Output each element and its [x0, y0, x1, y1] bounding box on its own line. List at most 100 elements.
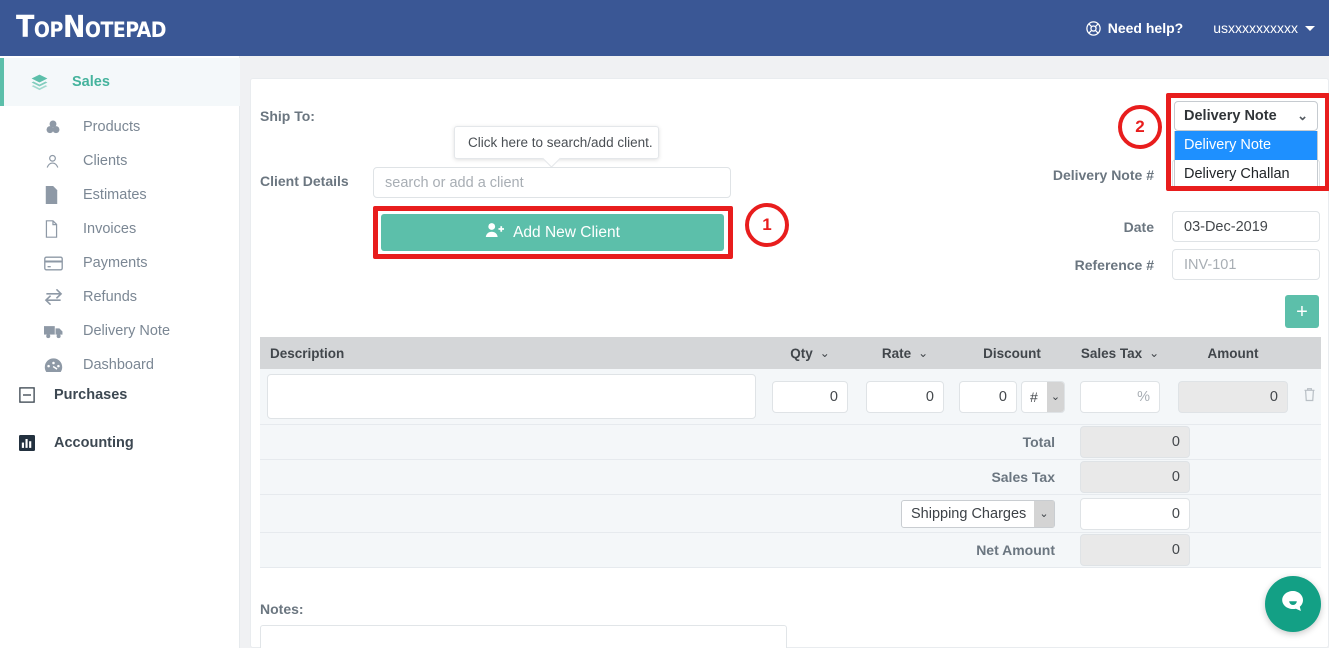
need-help-link[interactable]: Need help?: [1085, 20, 1183, 37]
shipping-charges-input[interactable]: 0: [1080, 497, 1190, 530]
sidebar-item-refunds[interactable]: Refunds: [0, 280, 240, 314]
line-items-table: Description Qty ⌄ Rate ⌄ Discount Sales: [260, 337, 1321, 568]
sidebar-item-products[interactable]: Products: [0, 110, 240, 144]
username-label: usxxxxxxxxxx: [1213, 20, 1298, 36]
truck-icon: [44, 324, 70, 339]
sidebar-item-label: Delivery Note: [83, 323, 171, 339]
table-header-row: Description Qty ⌄ Rate ⌄ Discount Sales: [260, 337, 1321, 369]
totals-row-shipping-charges: Shipping Charges ⌄ 0: [260, 495, 1321, 533]
amount-value: 0: [1178, 380, 1288, 413]
client-search-tooltip: Click here to search/add client.: [454, 126, 659, 159]
cell-amount: 0: [1169, 369, 1297, 424]
app-logo[interactable]: TopNotepad: [16, 13, 166, 43]
shipping-charges-select[interactable]: Shipping Charges ⌄: [901, 499, 1055, 528]
sales-tax-total-label: Sales Tax: [991, 469, 1055, 485]
sidebar-item-label: Refunds: [83, 289, 138, 305]
cell-actions: [1297, 369, 1321, 424]
description-input[interactable]: [267, 374, 756, 419]
sidebar-item-estimates[interactable]: Estimates: [0, 178, 240, 212]
delivery-note-number-label: Delivery Note #: [1052, 167, 1154, 183]
sales-tax-input[interactable]: %: [1080, 380, 1160, 413]
document-type-select[interactable]: Delivery Note ⌄: [1174, 101, 1318, 131]
column-header-label: Amount: [1207, 345, 1259, 361]
left-sidebar: Sales Products Clients Estimates Invoice…: [0, 56, 240, 648]
sales-tax-total-value: 0: [1080, 461, 1190, 493]
client-details-label: Client Details: [260, 173, 349, 189]
column-header-rate[interactable]: Rate ⌄: [857, 337, 953, 369]
sidebar-item-label: Invoices: [83, 221, 137, 237]
column-header-qty[interactable]: Qty ⌄: [763, 337, 857, 369]
chevron-down-icon: ⌄: [1047, 381, 1064, 412]
date-label: Date: [1123, 219, 1154, 235]
chevron-down-icon: ⌄: [1034, 500, 1054, 527]
document-type-option-delivery-challan[interactable]: Delivery Challan: [1175, 160, 1317, 189]
sidebar-item-accounting[interactable]: Accounting: [0, 426, 240, 460]
products-icon: [44, 118, 70, 136]
total-value: 0: [1080, 426, 1190, 458]
sidebar-item-purchases[interactable]: Purchases: [0, 378, 240, 412]
totals-row-sales-tax: Sales Tax 0: [260, 460, 1321, 495]
lifebuoy-icon: [1085, 20, 1102, 37]
sidebar-item-label: Estimates: [83, 187, 147, 203]
column-header-description: Description: [260, 337, 763, 369]
sidebar-item-invoices[interactable]: Invoices: [0, 212, 240, 246]
cell-net-amount: 0: [1071, 534, 1199, 566]
sidebar-item-label: Dashboard: [83, 357, 154, 373]
discount-unit-label: #: [1030, 388, 1038, 405]
chevron-down-icon: ⌄: [918, 346, 929, 360]
document-outline-icon: [44, 220, 70, 238]
chat-bubble-icon: [1278, 587, 1308, 622]
cell-sales-tax: %: [1071, 369, 1169, 424]
main-content-area: Ship To: Client Details Click here to se…: [240, 56, 1329, 648]
rate-input[interactable]: 0: [866, 380, 944, 413]
discount-unit-select[interactable]: # ⌄: [1021, 380, 1065, 413]
sidebar-item-label: Accounting: [54, 435, 134, 451]
chevron-down-icon: ⌄: [819, 346, 830, 360]
cell-sales-tax-total: 0: [1071, 461, 1199, 493]
caret-down-icon: [1305, 25, 1315, 31]
client-search-input[interactable]: search or add a client: [373, 167, 731, 198]
chat-widget-button[interactable]: [1265, 576, 1321, 632]
column-header-sales-tax[interactable]: Sales Tax ⌄: [1071, 337, 1169, 369]
user-account-menu[interactable]: usxxxxxxxxxx: [1213, 20, 1315, 36]
table-row: 0 0 0 # ⌄ % 0: [260, 369, 1321, 425]
document-type-selected-label: Delivery Note: [1184, 108, 1277, 124]
column-header-amount: Amount: [1169, 337, 1297, 369]
totals-row-net-amount: Net Amount 0: [260, 533, 1321, 568]
sidebar-item-clients[interactable]: Clients: [0, 144, 240, 178]
add-line-item-button[interactable]: +: [1285, 295, 1319, 328]
discount-input[interactable]: 0: [959, 380, 1017, 413]
column-header-label: Rate: [881, 345, 912, 361]
sidebar-item-dashboard[interactable]: Dashboard: [0, 348, 240, 382]
document-type-option-list: Delivery Note Delivery Challan: [1174, 131, 1318, 190]
header-right-group: Need help? usxxxxxxxxxx: [1085, 20, 1329, 37]
net-amount-value: 0: [1080, 534, 1190, 566]
cell-total-amount: 0: [1071, 426, 1199, 458]
user-icon: [44, 153, 70, 170]
sidebar-item-payments[interactable]: Payments: [0, 246, 240, 280]
trash-icon[interactable]: [1303, 387, 1316, 406]
ship-to-label: Ship To:: [260, 108, 315, 124]
document-filled-icon: [44, 186, 70, 204]
notes-textarea[interactable]: [260, 625, 787, 648]
document-type-option-delivery-note[interactable]: Delivery Note: [1175, 131, 1317, 160]
cell-qty: 0: [763, 369, 857, 424]
net-amount-label: Net Amount: [976, 542, 1055, 558]
chevron-down-icon: ⌄: [1297, 108, 1308, 123]
sidebar-item-label: Clients: [83, 153, 128, 169]
annotation-marker-1: 1: [745, 203, 789, 247]
sidebar-item-sales[interactable]: Sales: [0, 58, 240, 106]
bar-chart-icon: [14, 435, 40, 451]
add-new-client-button[interactable]: Add New Client: [381, 214, 724, 251]
sidebar-item-label: Payments: [83, 255, 148, 271]
date-input[interactable]: 03-Dec-2019: [1172, 211, 1320, 242]
sidebar-item-delivery-note[interactable]: Delivery Note: [0, 314, 240, 348]
minus-square-icon: [14, 387, 40, 403]
notes-label: Notes:: [260, 601, 304, 617]
totals-row-total: Total 0: [260, 425, 1321, 460]
qty-input[interactable]: 0: [772, 380, 848, 413]
total-label: Total: [1022, 434, 1055, 450]
column-header-actions: [1297, 337, 1321, 369]
annotation-marker-2: 2: [1118, 105, 1162, 149]
reference-number-input[interactable]: INV-101: [1172, 249, 1320, 280]
